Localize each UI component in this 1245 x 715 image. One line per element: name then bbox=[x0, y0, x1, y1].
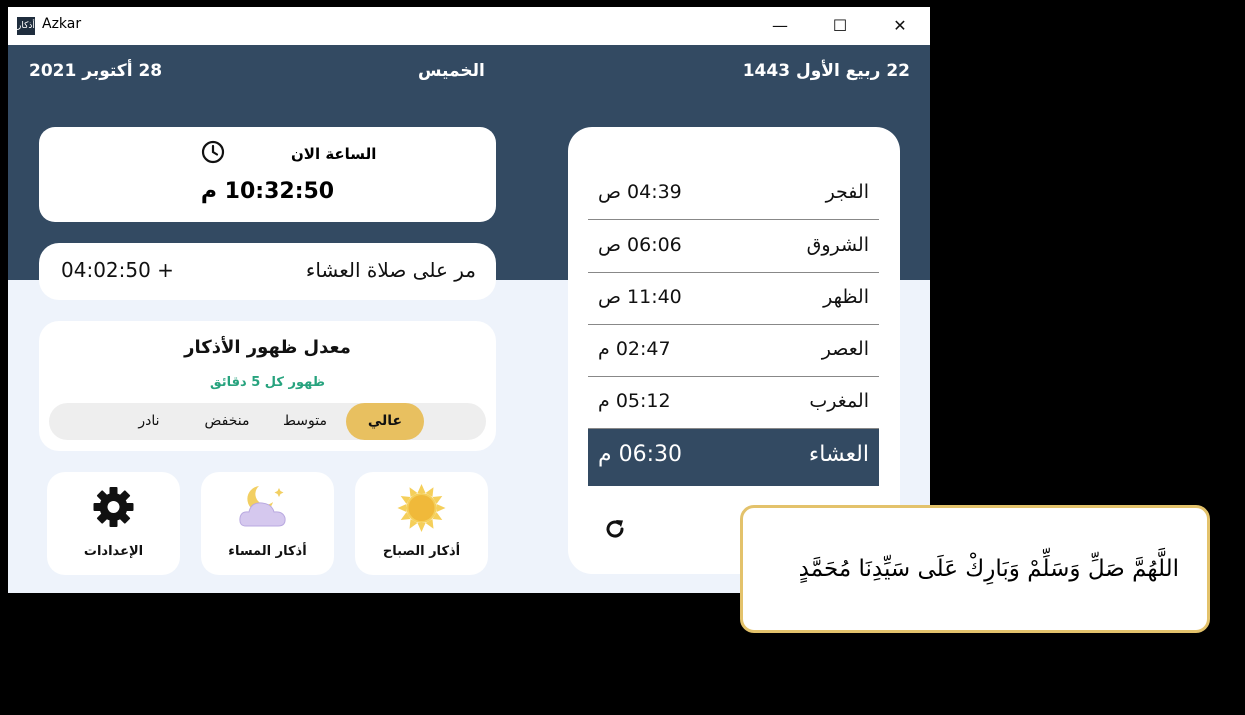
prayer-name: العشاء bbox=[808, 442, 869, 467]
prayer-row-fajr: الفجر 04:39 ص bbox=[588, 167, 879, 220]
azkar-frequency-card: معدل ظهور الأذكار ظهور كل 5 دقائق عالي م… bbox=[39, 321, 496, 451]
clock-icon bbox=[201, 140, 225, 164]
frequency-option-medium[interactable]: متوسط bbox=[267, 403, 343, 440]
salawat-text: اللَّهُمَّ صَلِّ وَسَلِّمْ وَبَارِكْ عَل… bbox=[798, 556, 1179, 582]
weekday: الخميس bbox=[418, 61, 485, 81]
elapsed-value: 04:02:50 + bbox=[61, 258, 174, 282]
prayer-name: الفجر bbox=[825, 181, 869, 203]
frequency-selector: عالي متوسط منخفض نادر bbox=[49, 403, 486, 440]
settings-label: الإعدادات bbox=[83, 544, 144, 559]
prayer-time: 11:40 ص bbox=[598, 286, 682, 308]
evening-azkar-label: أذكار المساء bbox=[228, 544, 307, 559]
prayer-name: العصر bbox=[821, 338, 869, 360]
current-time-value: 10:32:50 م bbox=[200, 179, 335, 204]
morning-azkar-button[interactable]: أذكار الصباح bbox=[355, 472, 488, 575]
evening-azkar-button[interactable]: أذكار المساء bbox=[201, 472, 334, 575]
prayer-time: 02:47 م bbox=[598, 338, 671, 360]
moon-cloud-icon bbox=[239, 486, 286, 527]
window-title: Azkar bbox=[42, 16, 82, 32]
hijri-date: 22 ربيع الأول 1443 bbox=[742, 61, 910, 81]
refresh-icon[interactable] bbox=[603, 517, 627, 541]
frequency-option-rare[interactable]: نادر bbox=[111, 403, 187, 440]
frequency-option-low[interactable]: منخفض bbox=[189, 403, 265, 440]
gregorian-date: 28 أكتوبر 2021 bbox=[29, 61, 163, 81]
prayer-name: المغرب bbox=[809, 390, 869, 412]
elapsed-since-prayer-card: مر على صلاة العشاء 04:02:50 + bbox=[39, 243, 496, 300]
maximize-button[interactable]: ☐ bbox=[810, 7, 870, 45]
current-time-card: الساعة الان 10:32:50 م bbox=[39, 127, 496, 222]
elapsed-label: مر على صلاة العشاء bbox=[305, 258, 476, 282]
prayer-name: الشروق bbox=[806, 234, 869, 256]
frequency-subtitle: ظهور كل 5 دقائق bbox=[210, 375, 325, 390]
salawat-popup[interactable]: اللَّهُمَّ صَلِّ وَسَلِّمْ وَبَارِكْ عَل… bbox=[740, 505, 1210, 633]
prayer-row-isha-active: العشاء 06:30 م bbox=[588, 429, 879, 486]
prayer-time: 05:12 م bbox=[598, 390, 671, 412]
prayer-row-asr: العصر 02:47 م bbox=[588, 324, 879, 377]
prayer-time: 06:30 م bbox=[598, 442, 683, 467]
close-button[interactable]: ✕ bbox=[870, 7, 930, 45]
prayer-row-dhuhr: الظهر 11:40 ص bbox=[588, 272, 879, 325]
frequency-option-high[interactable]: عالي bbox=[346, 403, 424, 440]
frequency-title: معدل ظهور الأذكار bbox=[184, 337, 351, 358]
morning-azkar-label: أذكار الصباح bbox=[382, 544, 461, 559]
prayer-row-sunrise: الشروق 06:06 ص bbox=[588, 220, 879, 273]
minimize-button[interactable]: — bbox=[750, 7, 810, 45]
title-bar: أذكار Azkar — ☐ ✕ bbox=[8, 7, 930, 45]
prayer-time: 04:39 ص bbox=[598, 181, 682, 203]
prayer-row-maghrib: المغرب 05:12 م bbox=[588, 376, 879, 429]
sun-icon bbox=[397, 484, 446, 532]
prayer-name: الظهر bbox=[823, 286, 869, 308]
gear-icon bbox=[93, 487, 134, 527]
current-time-label: الساعة الان bbox=[291, 145, 377, 163]
prayer-time: 06:06 ص bbox=[598, 234, 682, 256]
app-icon: أذكار bbox=[17, 17, 35, 35]
settings-button[interactable]: الإعدادات bbox=[47, 472, 180, 575]
